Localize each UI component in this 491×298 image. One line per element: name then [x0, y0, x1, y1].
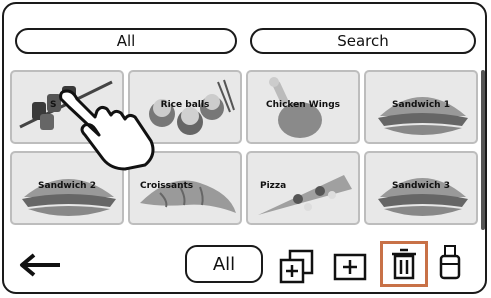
trash-icon[interactable]	[388, 248, 420, 280]
tile-label: Chicken Wings	[265, 100, 341, 110]
tile-label: Croissants	[140, 181, 194, 191]
usb-icon[interactable]	[438, 244, 462, 280]
search-button[interactable]: Search	[250, 28, 476, 54]
pointing-hand-icon	[59, 89, 155, 171]
filter-all-button[interactable]: All	[15, 28, 237, 54]
tile-pizza[interactable]: Pizza	[246, 151, 360, 225]
tile-label: Sandwich 1	[392, 100, 450, 110]
tile-label: Pizza	[260, 181, 287, 191]
scrollbar[interactable]	[481, 70, 485, 230]
back-arrow-icon[interactable]	[18, 252, 64, 278]
copy-add-icon[interactable]	[278, 248, 316, 284]
tile-sandwich-1[interactable]: Sandwich 1	[364, 70, 478, 144]
tile-chicken-wings[interactable]: Chicken Wings	[246, 70, 360, 144]
tile-sandwich-3[interactable]: Sandwich 3	[364, 151, 478, 225]
tile-label: Sandwich 2	[38, 181, 96, 191]
add-icon[interactable]	[333, 253, 367, 281]
tile-label: Sandwich 3	[392, 181, 450, 191]
toolbar-all-button[interactable]: All	[185, 245, 263, 283]
